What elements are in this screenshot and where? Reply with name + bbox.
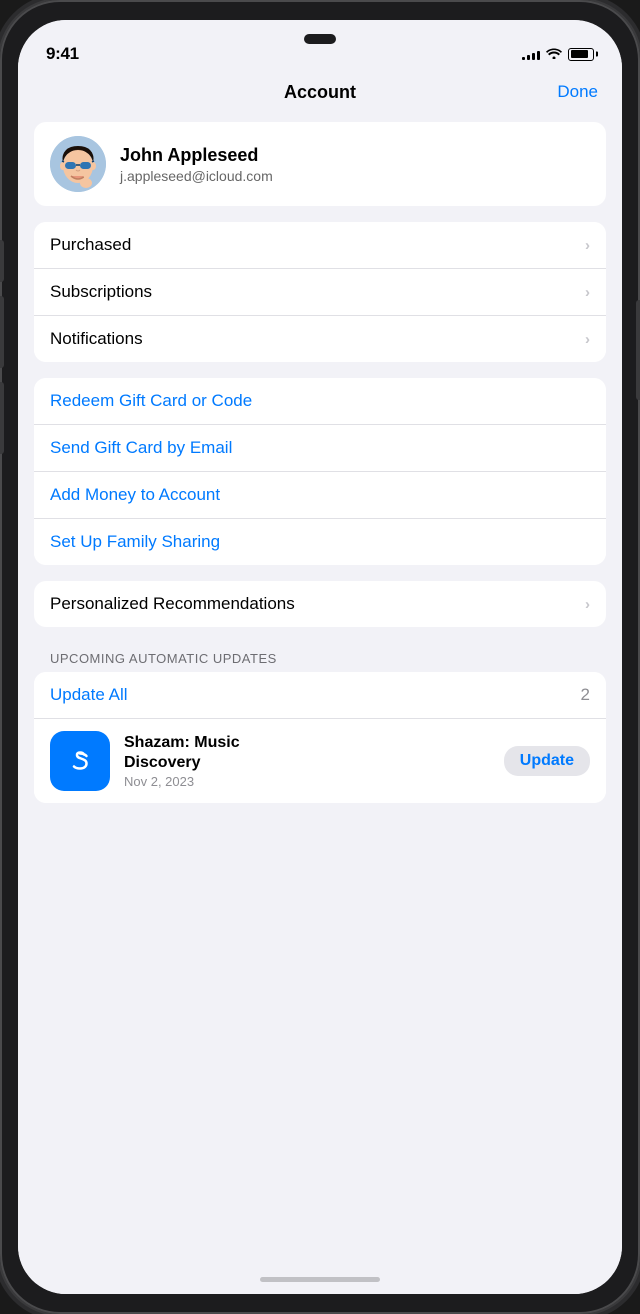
main-content: Account Done [18,74,622,1264]
user-profile-section: John Appleseed j.appleseed@icloud.com [34,122,606,206]
battery-icon [568,48,594,61]
done-button[interactable]: Done [557,82,598,102]
add-money-label: Add Money to Account [50,485,220,505]
nav-bar: Account Done [18,74,622,114]
home-indicator [18,1264,622,1294]
chevron-right-icon: › [585,284,590,301]
shazam-app-row[interactable]: Shazam: MusicDiscovery Nov 2, 2023 Updat… [34,718,606,803]
family-sharing-label: Set Up Family Sharing [50,532,220,552]
status-bar: 9:41 [18,20,622,74]
updates-card: Update All 2 [34,672,606,803]
updates-section-label: UPCOMING AUTOMATIC UPDATES [18,643,622,672]
status-time: 9:41 [46,44,79,64]
page-title: Account [284,82,356,103]
signal-icon [522,48,540,60]
volume-down-button [0,382,4,454]
user-name: John Appleseed [120,145,273,166]
phone-frame: 9:41 [0,0,640,1314]
avatar [50,136,106,192]
dynamic-island [304,34,336,44]
subscriptions-label: Subscriptions [50,282,152,302]
chevron-right-icon: › [585,237,590,254]
shazam-app-icon [50,731,110,791]
send-gift-card-item[interactable]: Send Gift Card by Email [34,424,606,471]
add-money-item[interactable]: Add Money to Account [34,471,606,518]
updates-section: UPCOMING AUTOMATIC UPDATES Update All 2 [18,643,622,803]
recommendations-item[interactable]: Personalized Recommendations › [34,581,606,627]
shazam-app-name: Shazam: MusicDiscovery [124,733,490,771]
recommendations-section: Personalized Recommendations › [34,581,606,627]
chevron-right-icon: › [585,596,590,613]
redeem-gift-card-item[interactable]: Redeem Gift Card or Code [34,378,606,424]
shazam-app-date: Nov 2, 2023 [124,774,490,789]
power-button [636,300,640,400]
wifi-icon [546,47,562,62]
menu-card: Purchased › Subscriptions › Notification… [34,222,606,362]
updates-card-group: Update All 2 [34,672,606,803]
signal-bar-4 [537,51,540,60]
update-count: 2 [581,685,590,705]
signal-bar-1 [522,57,525,60]
update-all-row[interactable]: Update All 2 [34,672,606,718]
purchased-label: Purchased [50,235,131,255]
family-sharing-item[interactable]: Set Up Family Sharing [34,518,606,565]
notifications-label: Notifications [50,329,143,349]
user-info: John Appleseed j.appleseed@icloud.com [120,145,273,184]
recommendations-card: Personalized Recommendations › [34,581,606,627]
user-card-inner[interactable]: John Appleseed j.appleseed@icloud.com [34,122,606,206]
user-email: j.appleseed@icloud.com [120,168,273,184]
volume-silent-button [0,240,4,282]
volume-up-button [0,296,4,368]
chevron-right-icon: › [585,331,590,348]
subscriptions-item[interactable]: Subscriptions › [34,268,606,315]
notifications-item[interactable]: Notifications › [34,315,606,362]
update-all-label: Update All [50,685,128,705]
shazam-app-info: Shazam: MusicDiscovery Nov 2, 2023 [124,733,490,788]
redeem-gift-card-label: Redeem Gift Card or Code [50,391,252,411]
home-bar [260,1277,380,1282]
user-card: John Appleseed j.appleseed@icloud.com [34,122,606,206]
battery-fill [571,50,589,58]
update-button[interactable]: Update [504,746,590,776]
signal-bar-2 [527,55,530,60]
recommendations-label: Personalized Recommendations [50,594,295,614]
actions-card: Redeem Gift Card or Code Send Gift Card … [34,378,606,565]
signal-bar-3 [532,53,535,60]
actions-section: Redeem Gift Card or Code Send Gift Card … [34,378,606,565]
menu-section: Purchased › Subscriptions › Notification… [34,222,606,362]
phone-screen: 9:41 [18,20,622,1294]
status-icons [522,47,594,62]
send-gift-card-label: Send Gift Card by Email [50,438,232,458]
purchased-item[interactable]: Purchased › [34,222,606,268]
